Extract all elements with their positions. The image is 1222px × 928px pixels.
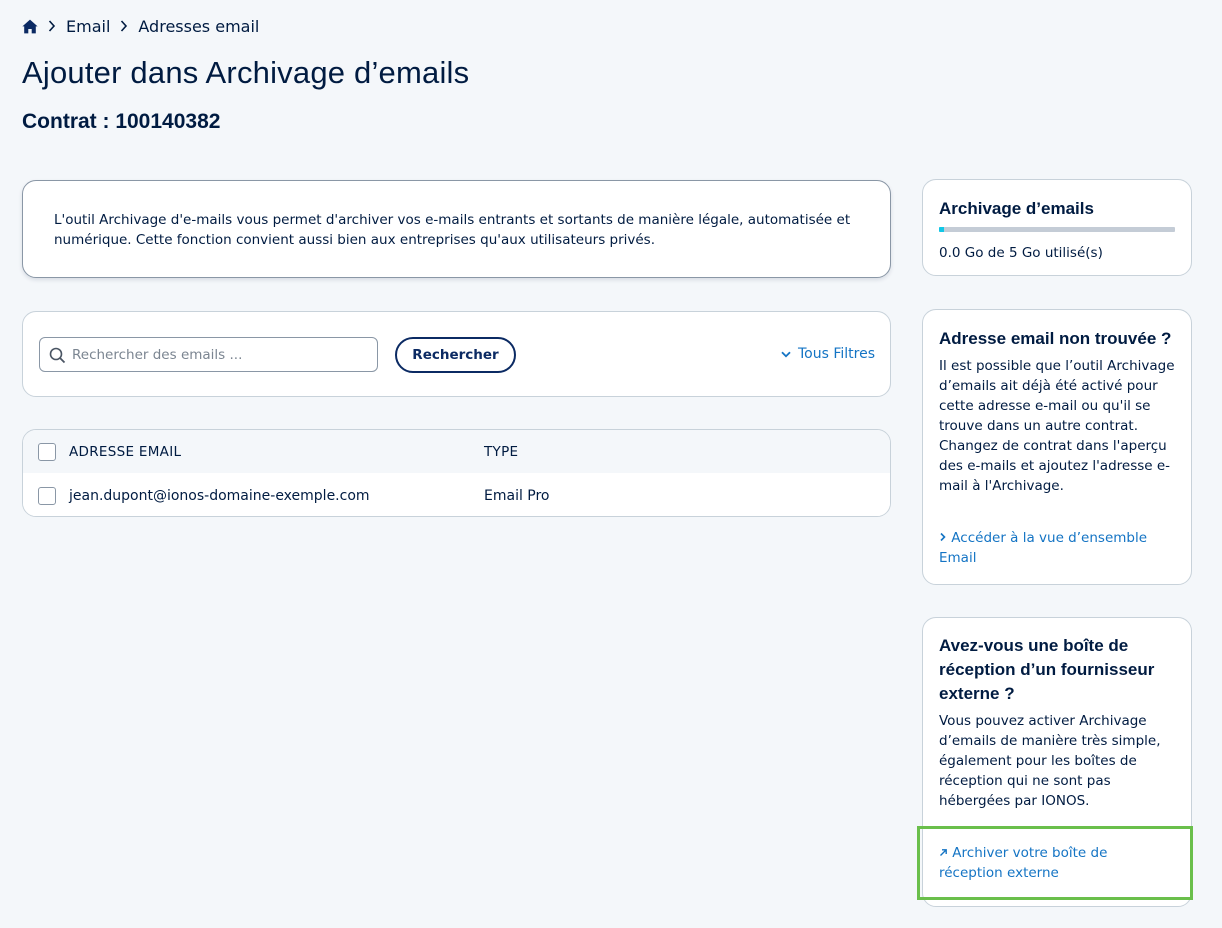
search-field[interactable] — [39, 337, 378, 372]
column-header-email: ADRESSE EMAIL — [69, 443, 182, 460]
search-input[interactable] — [72, 338, 372, 371]
select-all-checkbox[interactable] — [38, 442, 56, 461]
column-header-type: TYPE — [484, 443, 519, 460]
row-checkbox[interactable] — [38, 486, 56, 505]
usage-card: Archivage d’emails 0.0 Go de 5 Go utilis… — [922, 179, 1192, 276]
breadcrumb: Email Adresses email — [22, 15, 259, 37]
chevron-right-icon — [939, 530, 947, 546]
home-icon[interactable] — [22, 19, 38, 34]
breadcrumb-email[interactable]: Email — [66, 17, 110, 36]
all-filters-toggle[interactable]: Tous Filtres — [781, 346, 875, 362]
intro-card: L'outil Archivage d'e-mails vous permet … — [22, 180, 891, 278]
archive-external-mailbox-link[interactable]: Archiver votre boîte de réception extern… — [939, 843, 1175, 883]
search-button[interactable]: Rechercher — [395, 337, 516, 373]
chevron-right-icon — [48, 20, 56, 32]
page-title: Ajouter dans Archivage d’emails — [22, 55, 470, 90]
external-mailbox-card: Avez-vous une boîte de réception d’un fo… — [922, 617, 1192, 907]
storage-progress-bar — [939, 227, 1175, 232]
email-cell: jean.dupont@ionos-domaine-exemple.com — [69, 487, 370, 504]
archive-external-link-label: Archiver votre boîte de réception extern… — [939, 845, 1108, 881]
usage-text: 0.0 Go de 5 Go utilisé(s) — [939, 245, 1103, 261]
search-card: Rechercher Tous Filtres — [22, 311, 891, 397]
chevron-right-icon — [120, 20, 128, 32]
intro-text: L'outil Archivage d'e-mails vous permet … — [54, 212, 851, 248]
external-link-icon — [939, 845, 948, 861]
not-found-card: Adresse email non trouvée ? Il est possi… — [922, 309, 1192, 585]
chevron-down-icon — [781, 346, 791, 362]
all-filters-label: Tous Filtres — [797, 346, 875, 362]
external-title: Avez-vous une boîte de réception d’un fo… — [939, 636, 1155, 703]
search-icon — [49, 347, 66, 364]
table-row[interactable]: jean.dupont@ionos-domaine-exemple.com Em… — [23, 474, 890, 516]
external-text: Vous pouvez activer Archivage d’emails d… — [939, 713, 1161, 809]
storage-progress-fill — [939, 227, 944, 232]
email-table: ADRESSE EMAIL TYPE jean.dupont@ionos-dom… — [22, 429, 891, 517]
email-overview-link-label: Accéder à la vue d’ensemble Email — [939, 530, 1148, 566]
email-overview-link[interactable]: Accéder à la vue d’ensemble Email — [939, 528, 1175, 568]
table-header: ADRESSE EMAIL TYPE — [23, 430, 890, 473]
breadcrumb-adresses-email[interactable]: Adresses email — [138, 17, 259, 36]
not-found-title: Adresse email non trouvée ? — [939, 329, 1172, 348]
type-cell: Email Pro — [484, 487, 550, 504]
contract-number: Contrat : 100140382 — [22, 110, 221, 133]
not-found-text: Il est possible que l’outil Archivage d’… — [939, 358, 1175, 494]
usage-title: Archivage d’emails — [939, 199, 1094, 218]
